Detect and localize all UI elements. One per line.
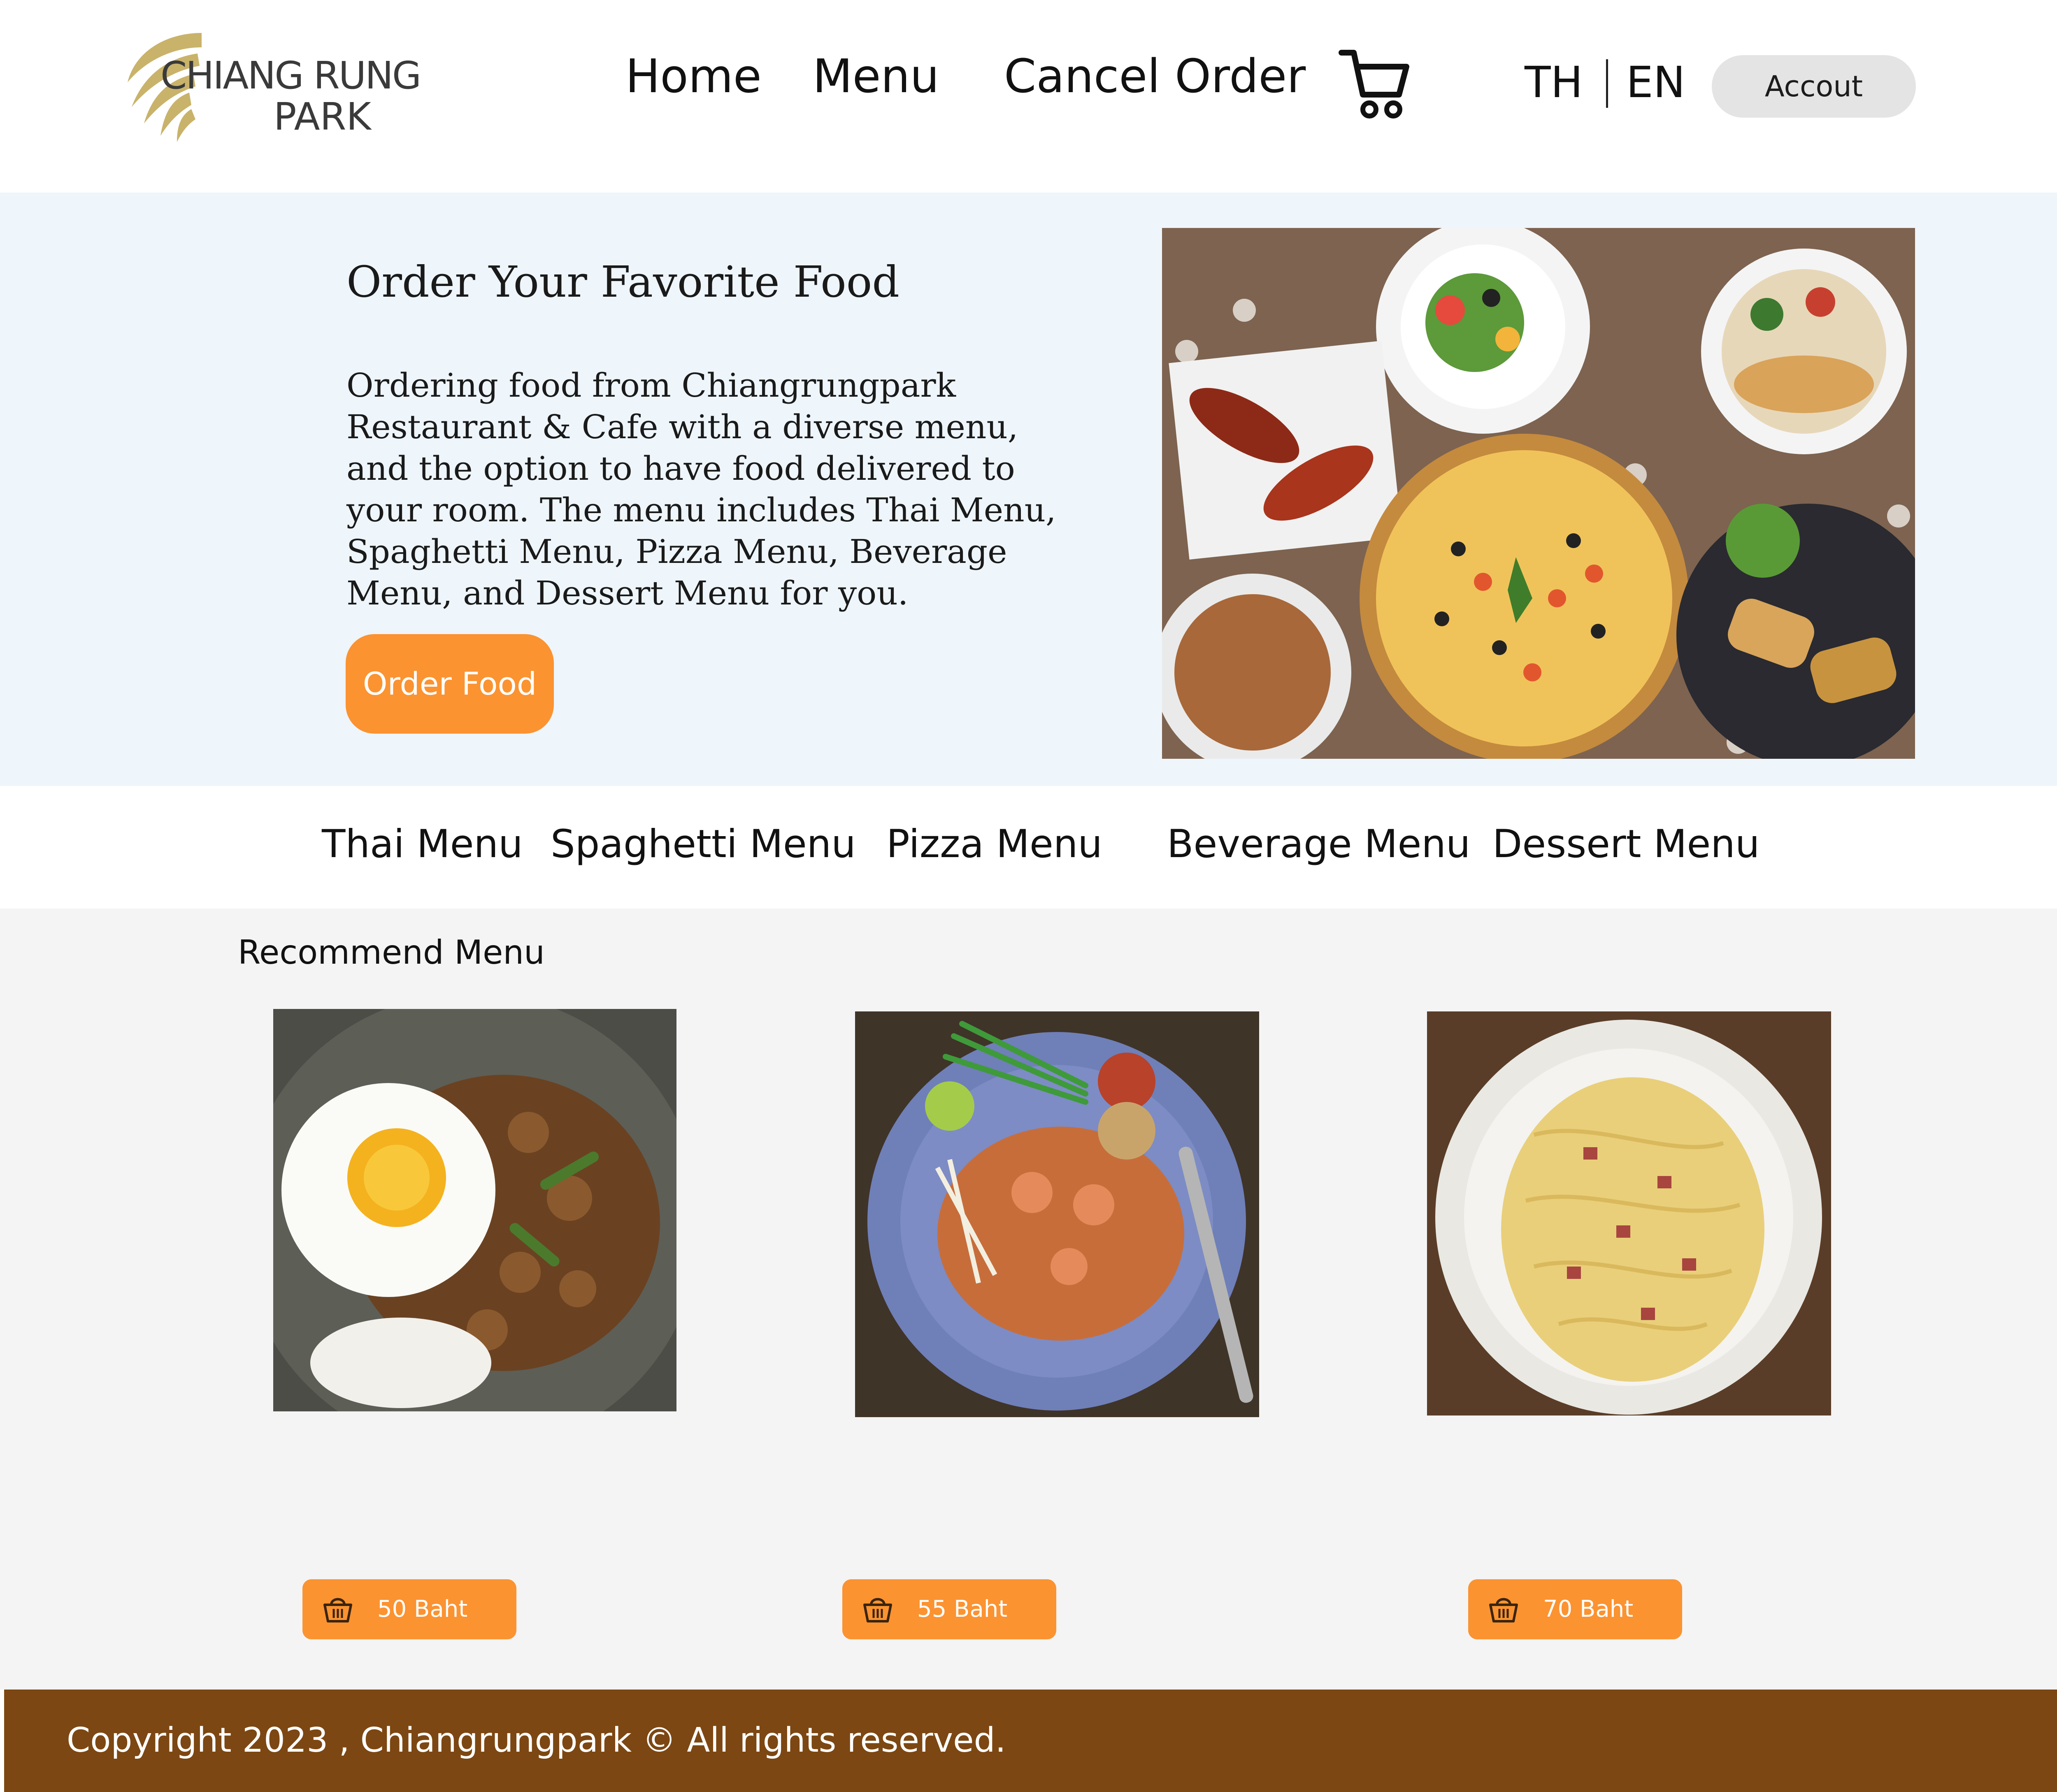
lang-divider (1606, 59, 1608, 108)
basil-chicken-illustration (273, 1009, 676, 1411)
lang-en[interactable]: EN (1626, 61, 1685, 104)
menu-item-image[interactable] (855, 1011, 1259, 1417)
lang-th[interactable]: TH (1525, 61, 1583, 104)
header: CHIANG RUNG PARK Home Menu Cancel Order … (0, 0, 2057, 193)
logo-text-line2: PARK (274, 95, 371, 139)
recommend-title: Recommend Menu (238, 933, 545, 972)
account-button[interactable]: Accout (1712, 55, 1916, 118)
price-label: 55 Baht (917, 1596, 1008, 1622)
hero-description: Ordering food from Chiangrungpark Restau… (346, 366, 1056, 612)
hero-title: Order Your Favorite Food (346, 257, 900, 307)
basket-icon (863, 1598, 892, 1622)
menu-item-image[interactable] (1427, 1011, 1831, 1415)
basket-icon (323, 1598, 352, 1622)
pad-thai-illustration (855, 1011, 1259, 1417)
category-thai-menu[interactable]: Thai Menu (322, 821, 523, 868)
basket-icon (1489, 1598, 1518, 1622)
cart-icon[interactable] (1337, 45, 1411, 119)
category-pizza-menu[interactable]: Pizza Menu (886, 821, 1102, 868)
category-spaghetti-menu[interactable]: Spaghetti Menu (551, 821, 856, 868)
add-to-cart-button[interactable]: 50 Baht (302, 1579, 516, 1639)
footer: Copyright 2023 , Chiangrungpark © All ri… (4, 1690, 2057, 1792)
price-label: 70 Baht (1543, 1596, 1634, 1622)
carbonara-illustration (1427, 1011, 1831, 1415)
hero-food-spread-image (1162, 228, 1915, 759)
nav-cancel-order[interactable]: Cancel Order (1004, 53, 1306, 100)
nav-menu[interactable]: Menu (813, 53, 939, 100)
recommend-section: Recommend Menu 50 Baht 55 Baht 70 Baht (0, 909, 2057, 1690)
add-to-cart-button[interactable]: 70 Baht (1468, 1579, 1682, 1639)
copyright-text: Copyright 2023 , Chiangrungpark © All ri… (67, 1721, 1006, 1760)
logo[interactable]: CHIANG RUNG PARK (119, 25, 432, 148)
logo-text-line1: CHIANG RUNG (160, 53, 421, 98)
add-to-cart-button[interactable]: 55 Baht (842, 1579, 1056, 1639)
category-bar: Thai Menu Spaghetti Menu Pizza Menu Beve… (0, 786, 2057, 909)
price-label: 50 Baht (377, 1596, 468, 1622)
menu-item-image[interactable] (273, 1009, 676, 1411)
order-food-button[interactable]: Order Food (346, 634, 554, 734)
hero-section: Order Your Favorite Food Ordering food f… (0, 193, 2057, 786)
food-spread-illustration (1162, 228, 1915, 759)
category-dessert-menu[interactable]: Dessert Menu (1492, 821, 1759, 868)
nav-home[interactable]: Home (625, 53, 762, 100)
category-beverage-menu[interactable]: Beverage Menu (1167, 821, 1471, 868)
